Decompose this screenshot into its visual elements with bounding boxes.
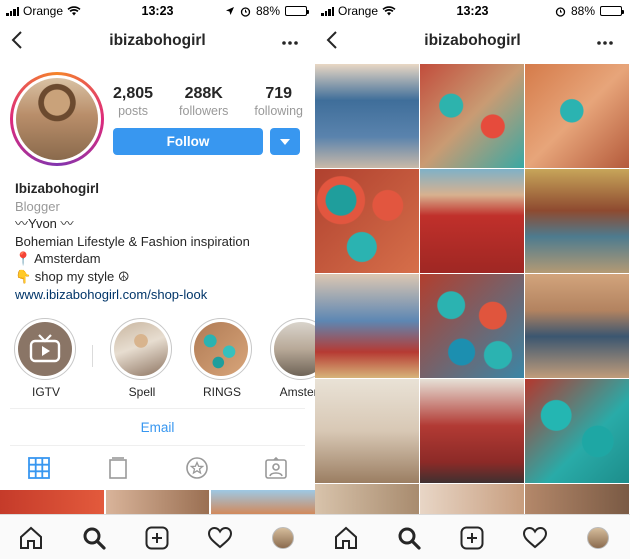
profile-avatar[interactable]	[587, 527, 609, 549]
bio-line: Bohemian Lifestyle & Fashion inspiration	[15, 233, 250, 249]
highlight-label: Spell	[128, 385, 156, 399]
alarm-icon	[240, 6, 251, 17]
page-title: ibizabohogirl	[109, 32, 206, 49]
page-title: ibizabohogirl	[424, 32, 521, 49]
story-highlights: IGTV Spell RINGS Amsterd	[14, 318, 315, 400]
profile-avatar[interactable]	[10, 72, 104, 166]
bio-line: 〰Yvon 〰	[15, 216, 74, 232]
stat-posts[interactable]: 2,805 posts	[113, 85, 153, 118]
stat-followers-value: 288K	[184, 85, 223, 102]
profile-tabs	[0, 448, 315, 488]
post-thumbnail[interactable]	[420, 169, 524, 273]
saved-star-icon[interactable]	[185, 456, 209, 480]
stat-posts-value: 2,805	[113, 85, 154, 102]
add-post-icon[interactable]	[144, 525, 170, 551]
alarm-icon	[555, 6, 566, 17]
highlight-label: IGTV	[31, 385, 60, 399]
chevron-down-icon	[280, 139, 290, 145]
home-icon[interactable]	[333, 525, 359, 551]
home-icon[interactable]	[18, 525, 44, 551]
suggested-accounts-button[interactable]	[270, 128, 300, 155]
battery-icon	[600, 6, 624, 16]
highlight-amsterdam[interactable]: Amsterd	[270, 318, 315, 399]
stat-followers-label: followers	[179, 104, 229, 118]
post-thumbnail[interactable]	[525, 484, 629, 514]
igtv-icon	[18, 322, 72, 376]
grid-header: ibizabohogirl	[315, 22, 630, 60]
post-thumbnail[interactable]	[315, 484, 419, 514]
highlight-image	[274, 322, 315, 376]
activity-heart-icon[interactable]	[207, 525, 233, 551]
email-button[interactable]: Email	[10, 409, 305, 447]
highlight-image	[114, 322, 168, 376]
post-thumbnail[interactable]	[105, 490, 210, 514]
highlight-igtv[interactable]: IGTV	[14, 318, 78, 399]
highlight-rings[interactable]: RINGS	[190, 318, 254, 399]
follow-button[interactable]: Follow	[113, 128, 263, 155]
profile-bio: Ibizabohogirl Blogger 〰Yvon 〰 Bohemian L…	[15, 180, 310, 303]
post-thumbnail[interactable]	[420, 379, 524, 483]
battery-percent: 88%	[255, 4, 280, 18]
bio-line: 👇 shop my style ☮	[15, 268, 130, 284]
post-thumbnail[interactable]	[211, 490, 315, 514]
profile-name: Ibizabohogirl	[15, 181, 99, 196]
stat-following-value: 719	[265, 85, 293, 102]
more-options-icon[interactable]	[281, 34, 299, 52]
stat-following-label: following	[254, 104, 303, 118]
battery-percent: 88%	[570, 4, 595, 18]
post-thumbnail[interactable]	[315, 169, 419, 273]
posts-grid-screen: Orange 13:23 88% ibizabohogirl	[315, 0, 630, 559]
profile-header: ibizabohogirl	[0, 22, 315, 60]
profile-avatar[interactable]	[272, 527, 294, 549]
battery-icon	[285, 6, 309, 16]
profile-category: Blogger	[15, 198, 60, 214]
status-bar: Orange 13:23 88%	[0, 0, 315, 22]
post-thumbnail[interactable]	[525, 274, 629, 378]
search-icon[interactable]	[81, 525, 107, 551]
post-thumbnail[interactable]	[420, 274, 524, 378]
contact-row: Email	[10, 408, 305, 446]
post-grid-preview	[0, 490, 315, 514]
bottom-nav	[315, 514, 630, 559]
bottom-nav	[0, 514, 315, 559]
bio-line: 📍 Amsterdam	[15, 251, 101, 267]
stat-posts-label: posts	[118, 104, 148, 118]
highlight-spell[interactable]: Spell	[110, 318, 174, 399]
grid-icon[interactable]	[27, 456, 51, 480]
location-arrow-icon	[225, 7, 234, 15]
tagged-icon[interactable]	[264, 456, 288, 480]
search-icon[interactable]	[396, 525, 422, 551]
post-thumbnail[interactable]	[315, 64, 419, 168]
profile-website-link[interactable]: www.ibizabohogirl.com/shop-look	[15, 286, 310, 304]
post-thumbnail[interactable]	[420, 64, 524, 168]
post-thumbnail[interactable]	[525, 169, 629, 273]
stat-followers[interactable]: 288K followers	[179, 85, 228, 118]
highlight-divider	[92, 345, 93, 367]
post-thumbnail[interactable]	[315, 379, 419, 483]
more-options-icon[interactable]	[596, 34, 614, 52]
post-thumbnail[interactable]	[315, 274, 419, 378]
add-post-icon[interactable]	[459, 525, 485, 551]
status-bar: Orange 13:23 88%	[315, 0, 630, 22]
post-thumbnail[interactable]	[0, 490, 104, 514]
status-right: 88%	[555, 4, 624, 18]
post-thumbnail[interactable]	[525, 64, 629, 168]
highlight-label: RINGS	[202, 385, 241, 399]
post-grid	[315, 64, 630, 514]
activity-heart-icon[interactable]	[522, 525, 548, 551]
profile-screen: Orange 13:23 88% ibizabohogirl 2,805 pos…	[0, 0, 315, 559]
post-thumbnail[interactable]	[525, 379, 629, 483]
post-thumbnail[interactable]	[420, 484, 524, 514]
profile-stats: 2,805 posts 288K followers 719 following	[113, 85, 303, 118]
highlight-image	[194, 322, 248, 376]
status-right: 88%	[225, 4, 309, 18]
stat-following[interactable]: 719 following	[254, 85, 303, 118]
avatar-image	[16, 78, 98, 160]
feed-icon[interactable]	[106, 456, 130, 480]
highlight-label: Amsterd	[279, 385, 315, 399]
